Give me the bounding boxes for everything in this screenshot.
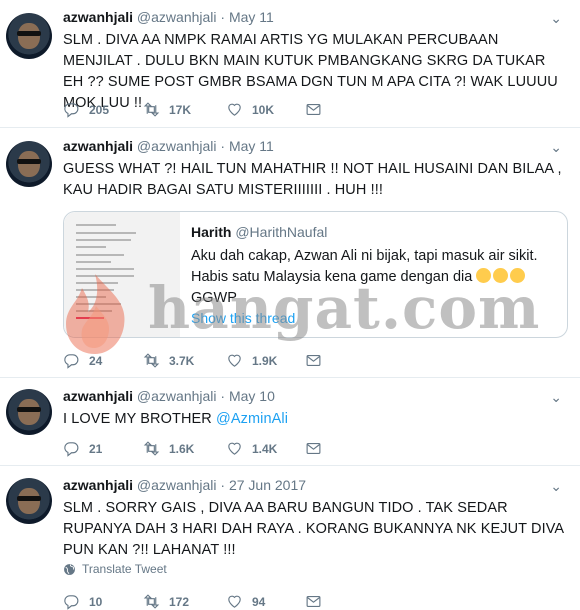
quoted-tweet[interactable]: Harith @HarithNaufal Aku dah cakap, Azwa…	[63, 211, 568, 338]
avatar[interactable]	[6, 13, 52, 59]
retweet-icon	[143, 101, 160, 118]
show-thread-link[interactable]: Show this thread	[191, 310, 295, 326]
retweet-button[interactable]: 172	[143, 593, 189, 610]
tweet-date[interactable]: May 11	[229, 138, 274, 154]
reply-count: 24	[89, 353, 103, 368]
share-button[interactable]	[305, 352, 322, 369]
reply-icon	[63, 440, 80, 457]
tweet[interactable]: azwanhjali @azwanhjali · 27 Jun 2017 ⌄ S…	[0, 466, 580, 606]
tweet-text-body: I LOVE MY BROTHER	[63, 411, 217, 427]
translate-tweet-link[interactable]: Translate Tweet	[63, 562, 167, 576]
quoted-tweet-image[interactable]	[64, 212, 180, 337]
retweet-icon	[143, 352, 160, 369]
retweet-count: 1.6K	[169, 441, 195, 456]
retweet-icon	[143, 593, 160, 610]
quoted-tweet-text: Aku dah cakap, Azwan Ali ni bijak, tapi …	[191, 246, 561, 309]
chevron-down-icon[interactable]: ⌄	[550, 139, 562, 156]
translate-tweet-label: Translate Tweet	[82, 562, 167, 576]
user-name[interactable]: azwanhjali	[63, 477, 133, 493]
share-button[interactable]	[305, 101, 322, 118]
message-icon	[305, 593, 322, 610]
user-handle[interactable]: @azwanhjali	[137, 388, 217, 404]
globe-icon	[64, 563, 75, 575]
like-count: 1.4K	[252, 441, 278, 456]
reply-icon	[63, 352, 80, 369]
tweet-text: SLM . SORRY GAIS , DIVA AA BARU BANGUN T…	[63, 500, 564, 558]
heart-icon	[226, 101, 243, 118]
chevron-down-icon[interactable]: ⌄	[550, 10, 562, 27]
avatar[interactable]	[6, 141, 52, 187]
tweet-text: GUESS WHAT ?! HAIL TUN MAHATHIR !! NOT H…	[63, 161, 562, 198]
avatar[interactable]	[6, 389, 52, 435]
like-button[interactable]: 94	[226, 593, 265, 610]
user-handle[interactable]: @azwanhjali	[137, 138, 217, 154]
like-button[interactable]: 10K	[226, 101, 274, 118]
message-icon	[305, 440, 322, 457]
like-button[interactable]: 1.9K	[226, 352, 277, 369]
retweet-button[interactable]: 1.6K	[143, 440, 194, 457]
reply-button[interactable]: 10	[63, 593, 102, 610]
tweet-text: I LOVE MY BROTHER @AzminAli	[63, 409, 568, 430]
heart-icon	[226, 593, 243, 610]
retweet-count: 172	[169, 594, 190, 609]
reply-count: 21	[89, 441, 103, 456]
quoted-user-name[interactable]: Harith	[191, 224, 231, 240]
tweet-date[interactable]: 27 Jun 2017	[229, 477, 306, 493]
tweet-date[interactable]: May 10	[229, 388, 275, 404]
reply-icon	[63, 593, 80, 610]
retweet-icon	[143, 440, 160, 457]
quoted-user-handle[interactable]: @HarithNaufal	[235, 224, 327, 240]
tweet[interactable]: azwanhjali @azwanhjali · May 11 ⌄ GUESS …	[0, 128, 580, 378]
tweet-date[interactable]: May 11	[229, 9, 274, 25]
retweet-button[interactable]: 3.7K	[143, 352, 194, 369]
user-handle[interactable]: @azwanhjali	[137, 477, 217, 493]
tweet-header: azwanhjali @azwanhjali · May 11	[63, 138, 274, 154]
chevron-down-icon[interactable]: ⌄	[550, 389, 562, 406]
like-count: 94	[252, 594, 266, 609]
message-icon	[305, 352, 322, 369]
heart-icon	[226, 352, 243, 369]
share-button[interactable]	[305, 593, 322, 610]
like-button[interactable]: 1.4K	[226, 440, 277, 457]
separator: ·	[220, 388, 226, 404]
like-count: 1.9K	[252, 353, 278, 368]
laughing-emoji-icon	[476, 268, 527, 285]
reply-count: 10	[89, 594, 103, 609]
avatar[interactable]	[6, 478, 52, 524]
user-name[interactable]: azwanhjali	[63, 388, 133, 404]
mention-link[interactable]: @AzminAli	[216, 411, 288, 427]
user-name[interactable]: azwanhjali	[63, 9, 133, 25]
quoted-text-tail: GGWP	[191, 290, 237, 306]
reply-count: 205	[89, 102, 110, 117]
chevron-down-icon[interactable]: ⌄	[550, 478, 562, 495]
tweet[interactable]: azwanhjali @azwanhjali · May 10 ⌄ I LOVE…	[0, 378, 580, 466]
heart-icon	[226, 440, 243, 457]
separator: ·	[220, 138, 226, 154]
reply-button[interactable]: 21	[63, 440, 102, 457]
tweet[interactable]: azwanhjali @azwanhjali · May 11 ⌄ SLM . …	[0, 0, 580, 128]
reply-icon	[63, 101, 80, 118]
reply-button[interactable]: 205	[63, 101, 109, 118]
tweet-header: azwanhjali @azwanhjali · May 11	[63, 9, 274, 25]
tweet-header: azwanhjali @azwanhjali · May 10	[63, 388, 275, 404]
reply-button[interactable]: 24	[63, 352, 102, 369]
quoted-tweet-header: Harith @HarithNaufal	[191, 224, 327, 240]
retweet-count: 17K	[169, 102, 192, 117]
retweet-count: 3.7K	[169, 353, 195, 368]
share-button[interactable]	[305, 440, 322, 457]
tweet-header: azwanhjali @azwanhjali · 27 Jun 2017	[63, 477, 306, 493]
user-name[interactable]: azwanhjali	[63, 138, 133, 154]
retweet-button[interactable]: 17K	[143, 101, 191, 118]
separator: ·	[220, 477, 226, 493]
message-icon	[305, 101, 322, 118]
like-count: 10K	[252, 102, 275, 117]
user-handle[interactable]: @azwanhjali	[137, 9, 217, 25]
separator: ·	[220, 9, 226, 25]
